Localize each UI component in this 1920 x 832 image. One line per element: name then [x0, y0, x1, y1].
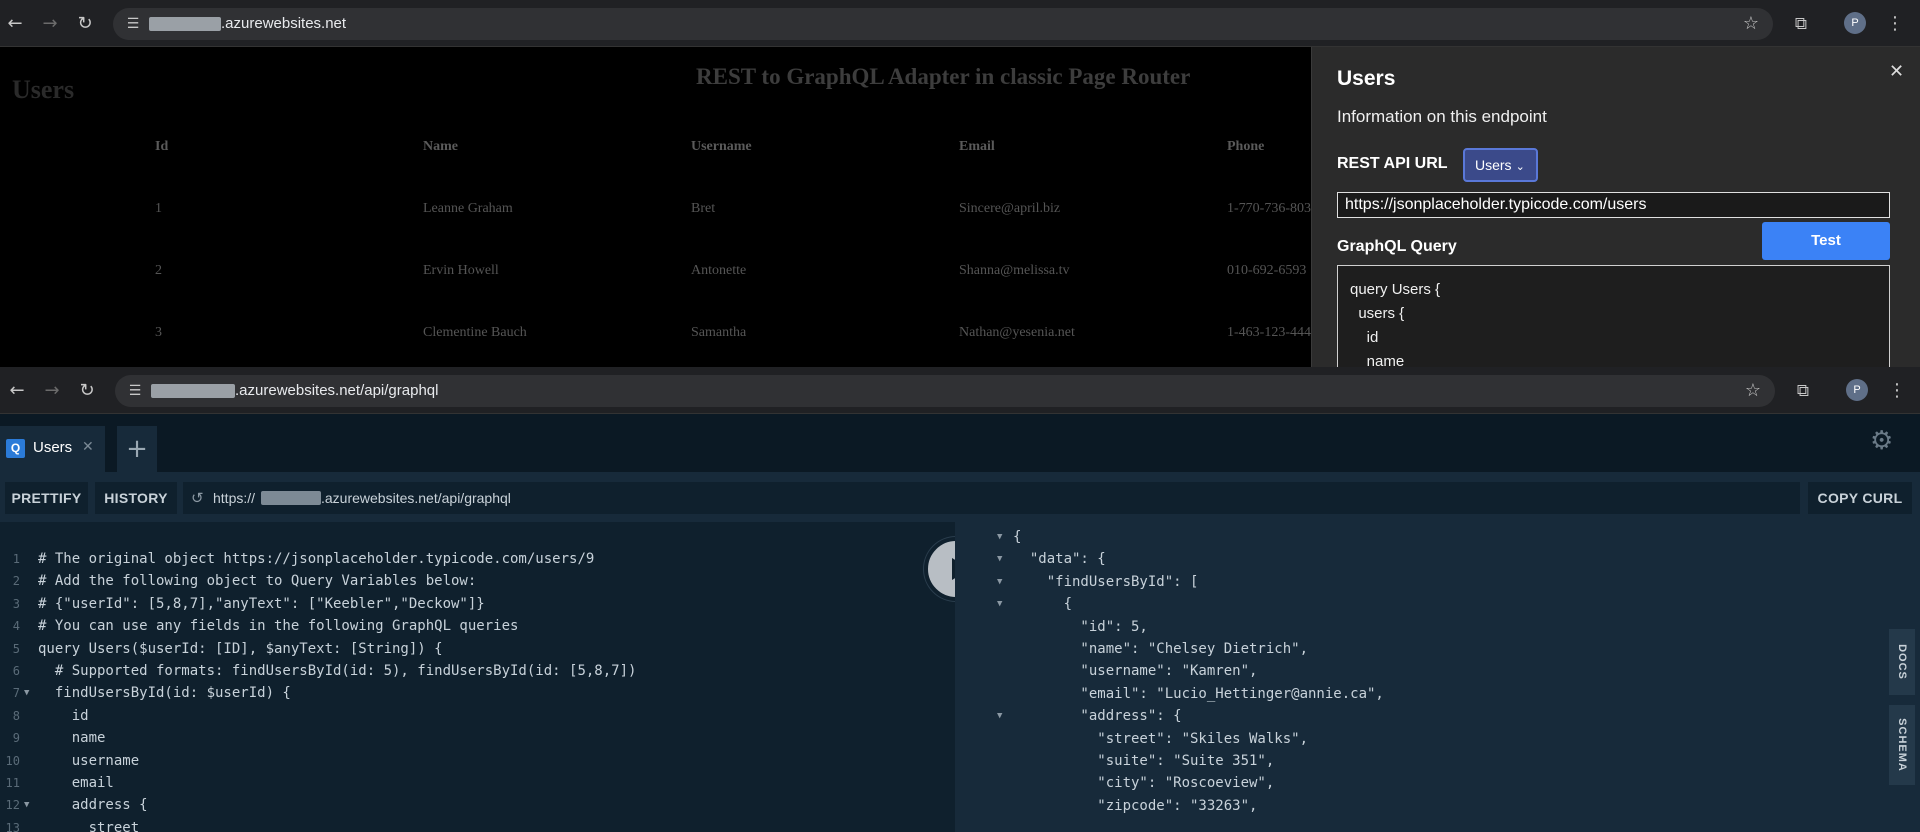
column-header-phone: Phone: [1227, 139, 1265, 154]
page-heading: Users: [12, 75, 75, 104]
table-row: 3 Clementine Bauch Samantha Nathan@yesen…: [155, 325, 1315, 367]
browser-toolbar: ← → ↻ ☰ .azurewebsites.net/api/graphql ☆…: [0, 367, 1920, 414]
endpoint-select[interactable]: Users ⌄: [1463, 148, 1538, 182]
close-tab-icon[interactable]: ✕: [82, 439, 94, 455]
cell-email: Sincere@april.biz: [959, 201, 1061, 216]
panel-title: Users: [1337, 67, 1396, 90]
endpoint-select-value: Users: [1475, 157, 1512, 173]
url-text: .azurewebsites.net/api/graphql: [235, 382, 439, 399]
redacted-host: [261, 491, 321, 505]
url-text: .azurewebsites.net: [221, 15, 347, 32]
refresh-schema-icon[interactable]: ↺: [191, 482, 204, 514]
redacted-host: [149, 17, 221, 31]
browser-menu-icon[interactable]: ⋮: [1887, 379, 1907, 403]
reload-icon[interactable]: ↻: [73, 12, 97, 36]
response-panel: ▼{ ▼ "data": { ▼ "findUsersById": [ ▼ { …: [955, 522, 1920, 832]
bookmark-star-icon[interactable]: ☆: [1743, 13, 1759, 35]
table-row: 2 Ervin Howell Antonette Shanna@melissa.…: [155, 263, 1315, 325]
chevron-down-icon: ⌄: [1515, 160, 1525, 173]
browser-menu-icon[interactable]: ⋮: [1885, 12, 1905, 36]
address-bar[interactable]: ☰ .azurewebsites.net/api/graphql ☆: [115, 375, 1775, 407]
endpoint-prefix: https://: [213, 490, 256, 506]
cell-id: 3: [155, 325, 162, 340]
cell-username: Bret: [691, 201, 716, 216]
playground-toolbar: PRETTIFY HISTORY ↺ https:// .azurewebsit…: [0, 472, 1920, 522]
add-tab-button[interactable]: +: [117, 426, 157, 472]
docs-tab[interactable]: DOCS: [1889, 629, 1915, 695]
query-badge: Q: [6, 439, 25, 458]
address-bar[interactable]: ☰ .azurewebsites.net ☆: [113, 8, 1773, 40]
prettify-button[interactable]: PRETTIFY: [5, 482, 88, 514]
endpoint-suffix: .azurewebsites.net/api/graphql: [321, 490, 511, 506]
table-header-row: Id Name Username Email Phone: [155, 139, 1315, 185]
site-info-icon[interactable]: ☰: [123, 14, 143, 34]
forward-arrow-icon[interactable]: →: [38, 12, 62, 36]
cell-name: Leanne Graham: [423, 201, 513, 216]
forward-arrow-icon[interactable]: →: [40, 379, 64, 403]
browser-toolbar: ← → ↻ ☰ .azurewebsites.net ☆ ⧉ P ⋮: [0, 0, 1920, 47]
cell-username: Antonette: [691, 263, 747, 278]
copy-curl-button[interactable]: COPY CURL: [1808, 482, 1912, 514]
tab-label: Users: [33, 439, 73, 456]
schema-tab[interactable]: SCHEMA: [1889, 705, 1915, 785]
cell-phone: 010-692-6593: [1227, 263, 1307, 278]
fold-arrow-icon[interactable]: ▼: [24, 682, 29, 704]
column-header-email: Email: [959, 139, 995, 154]
schema-label: SCHEMA: [1896, 718, 1908, 772]
close-icon[interactable]: ✕: [1889, 61, 1904, 82]
site-info-icon[interactable]: ☰: [125, 381, 145, 401]
browser-window-bottom: ← → ↻ ☰ .azurewebsites.net/api/graphql ☆…: [0, 367, 1920, 832]
tab-users[interactable]: Q Users ✕: [0, 426, 105, 472]
endpoint-url-input[interactable]: ↺ https:// .azurewebsites.net/api/graphq…: [183, 482, 1800, 514]
graphql-query-label: GraphQL Query: [1337, 238, 1457, 255]
column-header-username: Username: [691, 139, 752, 154]
rest-url-input[interactable]: https://jsonplaceholder.typicode.com/use…: [1337, 192, 1890, 218]
test-button[interactable]: Test: [1762, 222, 1890, 260]
docs-label: DOCS: [1896, 644, 1908, 680]
rest-url-label: REST API URL: [1337, 155, 1448, 172]
page-title: REST to GraphQL Adapter in classic Page …: [696, 64, 1191, 89]
table-row: 1 Leanne Graham Bret Sincere@april.biz 1…: [155, 201, 1315, 263]
cell-name: Ervin Howell: [423, 263, 499, 278]
cell-email: Nathan@yesenia.net: [959, 325, 1075, 340]
endpoint-info-panel: Users ✕ Information on this endpoint RES…: [1311, 47, 1920, 367]
extensions-icon[interactable]: ⧉: [1791, 379, 1815, 403]
reload-icon[interactable]: ↻: [75, 379, 99, 403]
extensions-icon[interactable]: ⧉: [1789, 12, 1813, 36]
graphql-query-textarea[interactable]: query Users { users { id name: [1337, 265, 1890, 367]
history-button[interactable]: HISTORY: [95, 482, 177, 514]
back-arrow-icon[interactable]: ←: [5, 379, 29, 403]
browser-window-top: ← → ↻ ☰ .azurewebsites.net ☆ ⧉ P ⋮ Users…: [0, 0, 1920, 367]
profile-avatar[interactable]: P: [1846, 379, 1868, 401]
users-table: Id Name Username Email Phone 1 Leanne Gr…: [155, 139, 1315, 367]
cell-id: 2: [155, 263, 162, 278]
playground-tab-bar: Q Users ✕ + ⚙: [0, 414, 1920, 472]
cell-name: Clementine Bauch: [423, 325, 527, 340]
profile-avatar[interactable]: P: [1844, 12, 1866, 34]
column-header-id: Id: [155, 139, 169, 154]
bookmark-star-icon[interactable]: ☆: [1745, 380, 1761, 402]
column-header-name: Name: [423, 139, 458, 154]
back-arrow-icon[interactable]: ←: [3, 12, 27, 36]
cell-email: Shanna@melissa.tv: [959, 263, 1070, 278]
cell-id: 1: [155, 201, 162, 216]
redacted-host: [151, 384, 235, 398]
cell-phone: 1-770-736-803: [1227, 201, 1311, 216]
cell-phone: 1-463-123-444: [1227, 325, 1311, 340]
panel-description: Information on this endpoint: [1337, 107, 1547, 126]
cell-username: Samantha: [691, 325, 747, 340]
settings-gear-icon[interactable]: ⚙: [1870, 426, 1893, 456]
query-editor[interactable]: 1 # The original object https://jsonplace…: [0, 522, 955, 832]
fold-arrow-icon[interactable]: ▼: [24, 794, 29, 816]
